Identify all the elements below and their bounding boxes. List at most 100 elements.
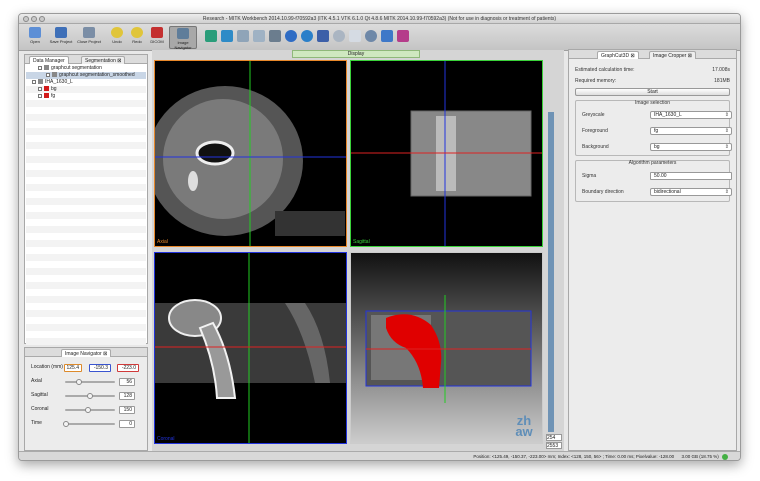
document-icon[interactable] xyxy=(349,30,361,42)
location-x-field[interactable]: 125.4 xyxy=(64,364,82,372)
tree-stripe xyxy=(26,219,146,226)
close-project-button[interactable]: Close Project xyxy=(77,26,101,49)
tab-image-navigator[interactable]: Image Navigator ⊠ xyxy=(61,349,112,357)
globe-icon[interactable] xyxy=(381,30,393,42)
location-z-field[interactable]: -223.0 xyxy=(117,364,139,372)
location-label: Location (mm) xyxy=(31,364,63,370)
visibility-checkbox[interactable] xyxy=(38,65,42,70)
tree-item[interactable]: IHA_1630_L xyxy=(26,79,146,86)
tree-stripe xyxy=(26,100,146,107)
tree-item[interactable]: graphcut segmentation_smoothed xyxy=(26,72,146,79)
foreground-select[interactable]: fg xyxy=(650,127,732,135)
greyscale-select[interactable]: IHA_1630_L xyxy=(650,111,732,119)
tab-graphcut3d[interactable]: GraphCut3D ⊠ xyxy=(597,51,639,59)
crop-icon[interactable] xyxy=(253,30,265,42)
tree-stripe xyxy=(26,289,146,296)
open-button[interactable]: Open xyxy=(23,26,47,49)
slider-knob[interactable] xyxy=(76,379,83,385)
navigator-row-label: Sagittal xyxy=(31,392,48,398)
tree-stripe xyxy=(26,128,146,135)
measure-icon[interactable] xyxy=(317,30,329,42)
tree-stripe xyxy=(26,338,146,345)
info-icon[interactable] xyxy=(285,30,297,42)
minimize-window-button[interactable] xyxy=(31,16,37,22)
cube-icon[interactable] xyxy=(221,30,233,42)
slider-knob[interactable] xyxy=(84,407,91,413)
tree-item[interactable]: fg xyxy=(26,93,146,100)
boundary-direction-label: Boundary direction xyxy=(582,189,624,195)
application-window: Research - MITK Workbench 2014.10.99-f70… xyxy=(18,13,741,461)
tree-stripe xyxy=(26,135,146,142)
node-icon xyxy=(44,86,49,92)
sigma-field[interactable]: 50.00 xyxy=(650,172,732,180)
coronal-label: Coronal xyxy=(157,436,175,442)
tree-item-label: graphcut segmentation_smoothed xyxy=(59,72,135,78)
display-title: Display xyxy=(292,50,420,58)
slider-top-field[interactable]: 254 xyxy=(546,434,562,441)
visibility-checkbox[interactable] xyxy=(46,72,50,77)
node-icon xyxy=(44,93,49,99)
tab-image-cropper[interactable]: Image Cropper ⊠ xyxy=(649,51,696,59)
tree-item[interactable]: graphcut segmentation xyxy=(26,65,146,72)
axial-view[interactable]: Axial xyxy=(147,60,347,247)
navigator-slider[interactable] xyxy=(65,381,115,383)
tree-stripe xyxy=(26,142,146,149)
close-window-button[interactable] xyxy=(23,16,29,22)
boundary-direction-select[interactable]: bidirectional xyxy=(650,188,732,196)
visibility-checkbox[interactable] xyxy=(38,86,42,91)
estimated-time-label: Estimated calculation time: xyxy=(575,67,635,73)
histogram-icon[interactable] xyxy=(269,30,281,42)
magnifier-icon[interactable] xyxy=(365,30,377,42)
algorithm-parameters-title: Algorithm parameters xyxy=(628,160,677,166)
tree-stripe xyxy=(26,303,146,310)
window-title: Research - MITK Workbench 2014.10.99-f70… xyxy=(202,16,557,22)
lasso-icon[interactable] xyxy=(333,30,345,42)
status-bar: Position: <125.49, -150.37, -223.00> mm;… xyxy=(19,451,740,460)
axial-label: Axial xyxy=(157,239,168,245)
algorithm-parameters-group: Algorithm parameters Sigma 50.00 Boundar… xyxy=(575,160,732,202)
tab-data-manager[interactable]: Data Manager xyxy=(29,56,69,64)
slider-knob[interactable] xyxy=(87,393,93,399)
right-tab-bar: GraphCut3D ⊠ Image Cropper ⊠ xyxy=(569,50,736,59)
expand-icon[interactable] xyxy=(237,30,249,42)
tree-stripe xyxy=(26,324,146,331)
dicom-button[interactable]: DICOM xyxy=(145,26,169,49)
location-y-field[interactable]: -150.3 xyxy=(89,364,111,372)
navigator-value-field[interactable]: 0 xyxy=(119,420,135,428)
tree-stripe xyxy=(26,198,146,205)
slider-bottom-field[interactable]: 2553 xyxy=(546,442,562,449)
zhaw-watermark: zh aw xyxy=(515,413,533,439)
axial-image xyxy=(147,61,346,246)
tree-stripe xyxy=(26,205,146,212)
tree-stripe xyxy=(26,177,146,184)
tree-stripe xyxy=(26,212,146,219)
tree-stripe xyxy=(26,226,146,233)
render-3d-view[interactable]: zh aw xyxy=(350,252,543,444)
navigator-tab-bar: Image Navigator ⊠ xyxy=(25,348,147,357)
start-button[interactable]: Start xyxy=(575,88,730,96)
background-select[interactable]: bg xyxy=(650,143,732,151)
navigator-slider[interactable] xyxy=(65,423,115,425)
tab-segmentation[interactable]: Segmentation ⊠ xyxy=(81,56,126,64)
tree-stripe xyxy=(26,317,146,324)
coronal-view[interactable]: Coronal xyxy=(154,252,347,444)
search-icon[interactable] xyxy=(301,30,313,42)
slider-knob[interactable] xyxy=(63,421,69,427)
navigator-value-field[interactable]: 56 xyxy=(119,378,135,386)
tree-item[interactable]: bg xyxy=(26,86,146,93)
segmentation-tool-icon[interactable] xyxy=(205,30,217,42)
zoom-window-button[interactable] xyxy=(39,16,45,22)
link-icon[interactable] xyxy=(397,30,409,42)
sagittal-view[interactable]: Sagittal xyxy=(350,60,543,247)
foreground-label: Foreground xyxy=(582,128,608,134)
tree-stripe xyxy=(26,121,146,128)
navigator-value-field[interactable]: 150 xyxy=(119,406,135,414)
visibility-checkbox[interactable] xyxy=(38,93,42,98)
slice-slider[interactable] xyxy=(548,112,554,432)
navigator-value-field[interactable]: 128 xyxy=(119,392,135,400)
memory-usage: 3.00 GB (18.75 %) xyxy=(681,454,719,459)
save-project-button[interactable]: Save Project xyxy=(49,26,73,49)
image-navigator-button[interactable]: Image Navigator xyxy=(169,26,197,50)
estimated-time-value: 17.008s xyxy=(712,67,730,73)
visibility-checkbox[interactable] xyxy=(32,79,36,84)
